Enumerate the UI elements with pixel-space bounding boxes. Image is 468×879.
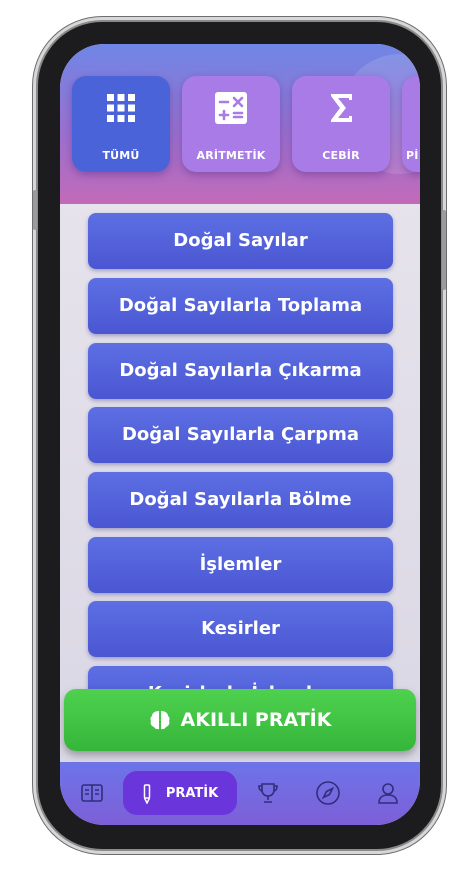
pencil-icon bbox=[143, 784, 151, 804]
topic-button[interactable]: Doğal Sayılarla Bölme bbox=[88, 472, 393, 528]
topic-button[interactable]: İşlemler bbox=[88, 537, 393, 593]
category-arithmetic[interactable]: ARİTMETİK bbox=[182, 76, 280, 172]
topic-button[interactable]: Doğal Sayılarla Çıkarma bbox=[88, 343, 393, 399]
app-screen: TÜMÜ ARİTMETİK CEBİR Pİ Doğal Sayılar Do… bbox=[60, 44, 420, 825]
topic-button[interactable]: Doğal Sayılarla Çarpma bbox=[88, 407, 393, 463]
topic-button[interactable]: Doğal Sayılar bbox=[88, 213, 393, 269]
book-icon bbox=[81, 784, 103, 802]
nav-lessons[interactable] bbox=[77, 778, 107, 808]
nav-practice[interactable]: PRATİK bbox=[123, 771, 237, 815]
calculator-icon bbox=[215, 92, 247, 124]
trophy-icon bbox=[258, 783, 278, 803]
category-label: CEBİR bbox=[322, 149, 360, 162]
category-label: Pİ bbox=[406, 149, 419, 162]
brain-icon bbox=[150, 711, 170, 730]
bottom-nav: PRATİK bbox=[60, 762, 420, 825]
category-algebra[interactable]: CEBİR bbox=[292, 76, 390, 172]
user-icon bbox=[378, 783, 398, 804]
nav-profile[interactable] bbox=[373, 778, 403, 808]
side-button-right bbox=[442, 210, 446, 290]
nav-practice-label: PRATİK bbox=[165, 785, 219, 801]
smart-practice-button[interactable]: AKILLI PRATİK bbox=[64, 689, 416, 751]
category-header: TÜMÜ ARİTMETİK CEBİR Pİ bbox=[60, 44, 420, 204]
compass-icon bbox=[316, 781, 340, 805]
side-button-left bbox=[33, 190, 37, 230]
category-strip[interactable]: TÜMÜ ARİTMETİK CEBİR Pİ bbox=[72, 76, 420, 174]
smart-practice-label: AKILLI PRATİK bbox=[180, 709, 332, 731]
topic-button[interactable]: Kesirler bbox=[88, 601, 393, 657]
nav-explore[interactable] bbox=[313, 778, 343, 808]
category-label: TÜMÜ bbox=[102, 149, 140, 162]
topic-list[interactable]: Doğal Sayılar Doğal Sayılarla Toplama Do… bbox=[60, 204, 420, 694]
category-all[interactable]: TÜMÜ bbox=[72, 76, 170, 172]
category-label: ARİTMETİK bbox=[196, 149, 266, 162]
nav-achievements[interactable] bbox=[253, 778, 283, 808]
category-partial[interactable]: Pİ bbox=[402, 76, 420, 172]
grid-icon bbox=[107, 94, 135, 122]
topic-button[interactable]: Doğal Sayılarla Toplama bbox=[88, 278, 393, 334]
sigma-icon bbox=[331, 94, 352, 122]
